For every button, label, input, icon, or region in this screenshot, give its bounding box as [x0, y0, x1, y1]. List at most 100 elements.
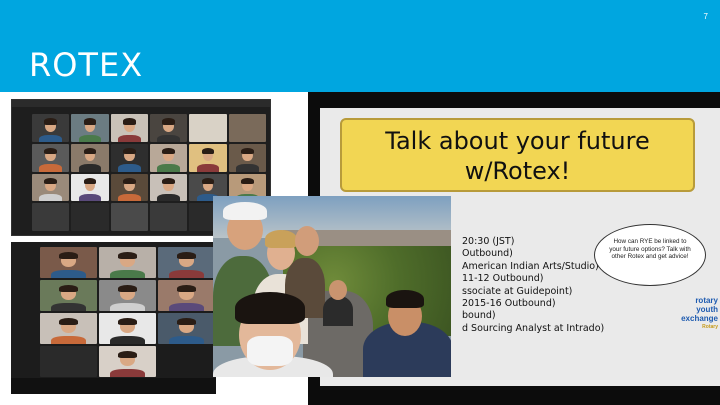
video-tile [228, 143, 266, 172]
rye-logo: rotary youth exchange Rotary [650, 296, 718, 332]
group-photo-outdoor [213, 196, 451, 377]
video-tile [149, 114, 188, 142]
participant-body [51, 335, 86, 344]
video-tile [110, 143, 148, 172]
speech-bubble: How can RYE be linked to your future opt… [594, 224, 706, 286]
agenda-item: 11-12 Outbound) [462, 273, 544, 285]
video-tile [32, 173, 70, 202]
participant-body [78, 194, 102, 202]
participant-body [39, 134, 62, 142]
participant-body [169, 302, 204, 311]
person-face [329, 280, 347, 300]
video-tile [228, 114, 266, 142]
video-tile [149, 173, 188, 202]
participant-body [169, 335, 204, 344]
participant-hair [44, 148, 57, 155]
participant-hair [122, 118, 136, 125]
participant-hair [58, 317, 79, 325]
agenda-item: Outbound) [462, 248, 513, 260]
participant-hair [117, 317, 138, 325]
participant-hair [162, 177, 175, 185]
video-tile [189, 143, 227, 172]
video-tile [158, 247, 215, 278]
participant-body [118, 194, 141, 202]
participant-hair [83, 148, 97, 155]
banner-line-2: w/Rotex! [464, 157, 571, 185]
video-tile [158, 346, 215, 377]
participant-body [110, 368, 145, 377]
person-body [323, 296, 353, 326]
video-tile [71, 203, 109, 231]
hat [223, 202, 267, 220]
video-tile [110, 114, 148, 142]
video-tile [99, 247, 156, 278]
participant-hair [44, 177, 57, 185]
participant-body [157, 194, 180, 202]
hair [386, 290, 424, 308]
participant-hair [240, 148, 254, 155]
participant-hair [83, 177, 97, 185]
video-tile-grid [40, 247, 215, 377]
video-tile [32, 114, 70, 142]
participant-body [157, 164, 180, 172]
agenda-item: ssociate at Guidepoint) [462, 285, 573, 297]
participant-body [78, 134, 102, 142]
agenda-list: 20:30 (JST) Outbound) American Indian Ar… [462, 236, 605, 335]
video-tile [71, 143, 109, 172]
agenda-item: bound) [462, 310, 496, 322]
participant-hair [162, 148, 175, 155]
participant-body [110, 302, 145, 311]
agenda-item: d Sourcing Analyst at Intrado) [462, 322, 605, 334]
video-tile [110, 203, 148, 231]
video-tile [189, 114, 227, 142]
participant-hair [201, 177, 215, 185]
slide: 7 ROTEX Talk about your future w/Rotex! … [0, 0, 720, 405]
zoom-gallery-screenshot-2 [11, 242, 216, 394]
participant-body [110, 269, 145, 278]
video-tile [149, 143, 188, 172]
video-tile [149, 203, 188, 231]
video-tile [99, 346, 156, 377]
participant-body [51, 269, 86, 278]
logo-line-3: exchange [681, 314, 718, 323]
participant-hair [201, 148, 215, 155]
page-number: 7 [703, 12, 708, 21]
participant-body [169, 269, 204, 278]
participant-hair [83, 118, 97, 125]
video-tile [99, 280, 156, 311]
logo-line-1: rotary [695, 296, 718, 305]
video-tile [32, 203, 70, 231]
participant-hair [240, 177, 254, 185]
participant-hair [58, 284, 79, 292]
banner-line-1: Talk about your future [385, 127, 650, 155]
participant-body [110, 335, 145, 344]
participant-body [39, 194, 62, 202]
participant-hair [58, 251, 79, 259]
header-bar: 7 ROTEX [0, 0, 720, 92]
participant-hair [176, 284, 197, 292]
participant-hair [122, 148, 136, 155]
zoom-title-bar [12, 100, 270, 107]
hair [235, 292, 305, 324]
agenda-item: American Indian Arts/Studio) [462, 260, 599, 272]
logo-line-2: youth [696, 305, 718, 314]
participant-body [39, 164, 62, 172]
scroll-banner: Talk about your future w/Rotex! [340, 118, 695, 192]
zoom-toolbar [11, 378, 216, 394]
participant-hair [117, 350, 138, 358]
face-mask [247, 336, 293, 366]
participant-body [236, 164, 259, 172]
video-tile [158, 313, 215, 344]
video-tile [71, 114, 109, 142]
participant-hair [117, 251, 138, 259]
slide-title: ROTEX [29, 46, 144, 84]
logo-line-4: Rotary [702, 324, 718, 330]
participant-body [78, 164, 102, 172]
video-tile [110, 173, 148, 202]
participant-hair [44, 118, 57, 125]
person-face [295, 226, 319, 256]
video-tile [40, 247, 97, 278]
video-tile [40, 346, 97, 377]
participant-body [118, 164, 141, 172]
video-tile [71, 173, 109, 202]
